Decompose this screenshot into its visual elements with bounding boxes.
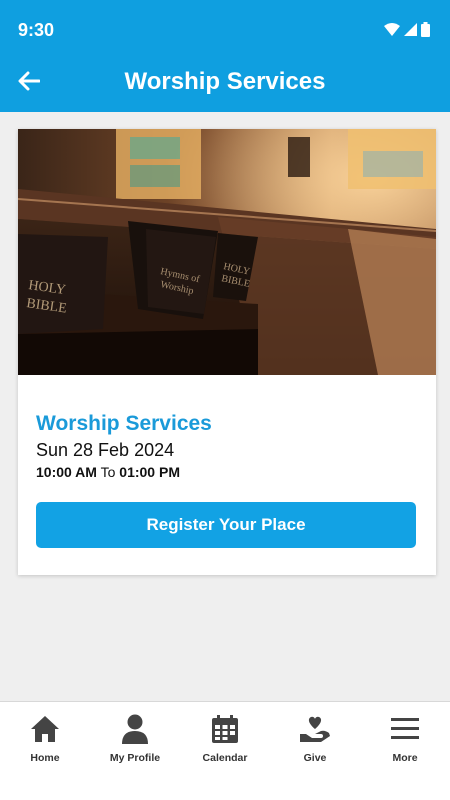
event-card[interactable]: HOLY BIBLE Hymns of Worship HOLY BIBLE W…: [18, 129, 436, 575]
event-start-time: 10:00 AM: [36, 464, 97, 480]
nav-label-home: Home: [30, 752, 60, 764]
nav-label-give: Give: [303, 752, 327, 764]
event-time: 10:00 AM To 01:00 PM: [36, 464, 180, 480]
event-title: Worship Services: [36, 412, 212, 435]
register-button[interactable]: Register Your Place: [36, 502, 416, 548]
nav-label-my-profile: My Profile: [109, 752, 161, 764]
page-title: Worship Services: [124, 68, 326, 95]
menu-icon: [389, 713, 421, 745]
status-bar: 9:30: [0, 0, 450, 56]
app-bar: Worship Services: [0, 56, 450, 112]
nav-item-calendar[interactable]: Calendar: [180, 702, 270, 800]
person-icon: [119, 713, 151, 745]
bottom-nav: Home My Profile Calendar Give More: [0, 701, 450, 800]
nav-label-more: More: [392, 752, 418, 764]
event-time-separator: To: [100, 464, 116, 480]
nav-item-give[interactable]: Give: [270, 702, 360, 800]
calendar-icon: [209, 713, 241, 745]
home-icon: [29, 713, 61, 745]
event-image: HOLY BIBLE Hymns of Worship HOLY BIBLE: [18, 129, 436, 375]
status-time: 9:30: [18, 20, 55, 40]
heart-hand-icon: [299, 713, 331, 745]
nav-item-home[interactable]: Home: [0, 702, 90, 800]
nav-item-more[interactable]: More: [360, 702, 450, 800]
nav-label-calendar: Calendar: [202, 752, 248, 764]
battery-icon: [421, 22, 430, 42]
wifi-icon: [384, 23, 400, 41]
signal-icon: [404, 23, 417, 41]
status-icons: [384, 22, 430, 42]
event-end-time: 01:00 PM: [119, 464, 180, 480]
nav-item-my-profile[interactable]: My Profile: [90, 702, 180, 800]
event-date: Sun 28 Feb 2024: [36, 440, 175, 460]
